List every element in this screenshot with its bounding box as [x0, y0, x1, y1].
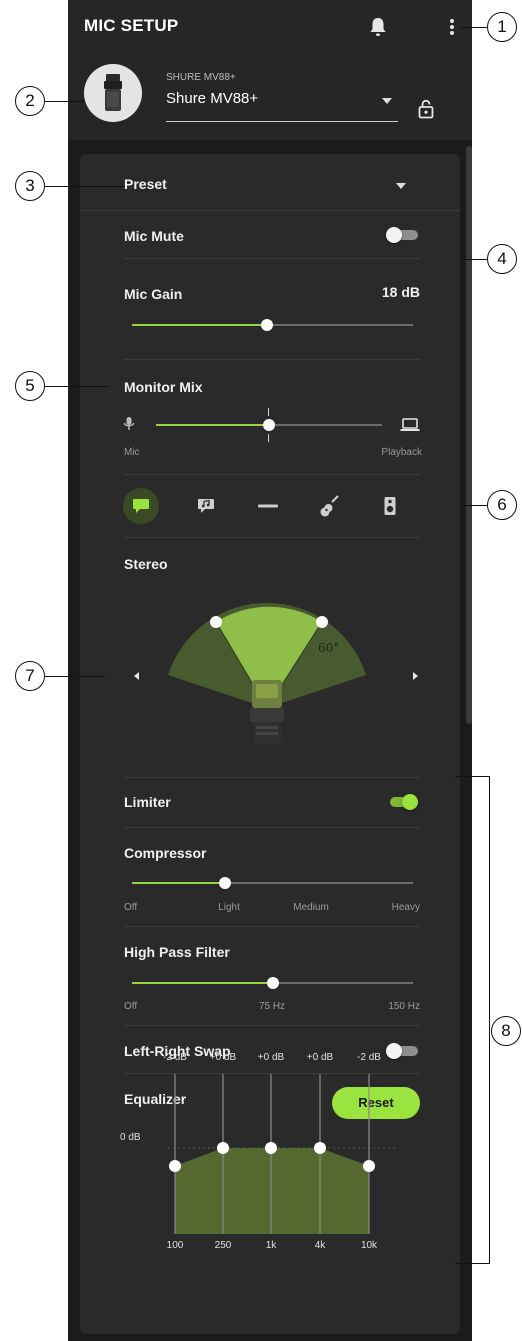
- app-header: MIC SETUP SHURE MV88+ Shure MV88+: [68, 0, 472, 140]
- mic-gain-label: Mic Gain: [124, 286, 183, 302]
- eq-frequency-label: 4k: [314, 1240, 326, 1251]
- slider-thumb[interactable]: [263, 419, 275, 431]
- callout-2: 2: [15, 86, 45, 116]
- more-vert-icon[interactable]: [448, 16, 456, 38]
- monitor-mix-slider[interactable]: [156, 418, 382, 432]
- mic-mute-label: Mic Mute: [124, 228, 184, 244]
- divider: [124, 827, 420, 828]
- speech-bubble-icon[interactable]: [123, 488, 159, 524]
- preset-select[interactable]: Preset: [124, 176, 167, 192]
- flat-icon[interactable]: [250, 488, 286, 524]
- device-dropdown-icon[interactable]: [382, 98, 392, 104]
- music-note-bubble-icon[interactable]: [188, 488, 224, 524]
- high-pass-filter-label: High Pass Filter: [124, 944, 230, 960]
- speaker-icon[interactable]: [372, 488, 408, 524]
- callout-6: 6: [487, 490, 517, 520]
- device-select-underline: [166, 121, 398, 122]
- divider: [124, 1025, 420, 1026]
- eq-zero-label: 0 dB: [120, 1132, 141, 1143]
- callout-1: 1: [487, 12, 517, 42]
- laptop-icon: [400, 418, 420, 431]
- slider-thumb[interactable]: [260, 319, 273, 331]
- eq-response-area: [175, 1148, 369, 1234]
- callout-line: [45, 101, 85, 102]
- mix-center-tick: [268, 408, 269, 416]
- device-avatar: [84, 64, 142, 122]
- callout-8: 8: [491, 1016, 521, 1046]
- lock-icon[interactable]: [418, 99, 434, 119]
- callout-4: 4: [487, 244, 517, 274]
- divider: [124, 258, 420, 259]
- scrollbar[interactable]: [466, 146, 472, 724]
- slider-thumb[interactable]: [266, 977, 279, 989]
- compressor-tick-label: Medium: [293, 902, 329, 913]
- callout-5: 5: [15, 371, 45, 401]
- divider: [124, 777, 420, 778]
- divider: [124, 537, 420, 538]
- limiter-label: Limiter: [124, 794, 171, 810]
- stereo-label: Stereo: [124, 556, 168, 572]
- left-right-swap-toggle[interactable]: [386, 1043, 418, 1059]
- eq-frequency-label: 1k: [265, 1240, 277, 1251]
- callout-line: [460, 505, 487, 506]
- device-model-label: SHURE MV88+: [166, 72, 236, 83]
- high-pass-tick-label: 75 Hz: [258, 1001, 286, 1012]
- stereo-angle-label: 60°: [318, 641, 340, 655]
- guitar-icon[interactable]: [312, 488, 348, 524]
- bell-icon[interactable]: [368, 16, 388, 38]
- stereo-right-arrow-icon[interactable]: [413, 672, 418, 680]
- eq-frequency-label: 250: [214, 1240, 232, 1251]
- eq-frequency-label: 100: [166, 1240, 184, 1251]
- callout-line: [461, 27, 487, 28]
- stereo-width-diagram[interactable]: [156, 600, 396, 760]
- equalizer-graph[interactable]: [68, 1060, 472, 1260]
- callout-line: [460, 259, 487, 260]
- eq-band-handle[interactable]: [314, 1142, 326, 1154]
- divider: [124, 359, 420, 360]
- callout-line: [45, 186, 125, 187]
- limiter-toggle[interactable]: [386, 794, 418, 810]
- high-pass-tick-label: 150 Hz: [388, 1001, 420, 1012]
- stereo-left-arrow-icon[interactable]: [134, 672, 139, 680]
- compressor-tick-label: Heavy: [391, 902, 420, 913]
- eq-band-handle[interactable]: [217, 1142, 229, 1154]
- compressor-slider[interactable]: [132, 876, 413, 890]
- high-pass-filter-slider[interactable]: [132, 976, 413, 990]
- eq-band-handle[interactable]: [169, 1160, 181, 1172]
- callout-line: [45, 386, 110, 387]
- monitor-mix-right-label: Playback: [381, 447, 422, 458]
- compressor-label: Compressor: [124, 845, 207, 861]
- mix-center-tick: [268, 434, 269, 442]
- mic-icon: [123, 417, 135, 430]
- divider: [124, 474, 420, 475]
- app-screen: MIC SETUP SHURE MV88+ Shure MV88+ Preset…: [68, 0, 472, 1341]
- device-select[interactable]: Shure MV88+: [166, 90, 258, 107]
- mic-gain-value: 18 dB: [381, 284, 420, 300]
- callout-3: 3: [15, 171, 45, 201]
- stereo-right-handle[interactable]: [316, 616, 328, 628]
- monitor-mix-label: Monitor Mix: [124, 379, 203, 395]
- callout-line: [45, 676, 105, 677]
- eq-band-handle[interactable]: [265, 1142, 277, 1154]
- high-pass-tick-label: Off: [124, 1001, 138, 1012]
- app-title: MIC SETUP: [84, 16, 179, 35]
- eq-band-handle[interactable]: [363, 1160, 375, 1172]
- stereo-left-handle[interactable]: [210, 616, 222, 628]
- eq-frequency-label: 10k: [360, 1240, 378, 1251]
- slider-thumb[interactable]: [218, 877, 231, 889]
- mic-mute-toggle[interactable]: [386, 227, 418, 243]
- compressor-tick-label: Off: [124, 902, 138, 913]
- microphone-device-icon: [104, 74, 122, 111]
- mic-gain-slider[interactable]: [132, 318, 413, 332]
- callout-7: 7: [15, 661, 45, 691]
- compressor-tick-label: Light: [218, 902, 240, 913]
- divider: [124, 926, 420, 927]
- preset-dropdown-icon[interactable]: [396, 183, 406, 189]
- divider: [80, 210, 460, 211]
- callout-bracket: [455, 776, 490, 1264]
- monitor-mix-left-label: Mic: [124, 447, 140, 458]
